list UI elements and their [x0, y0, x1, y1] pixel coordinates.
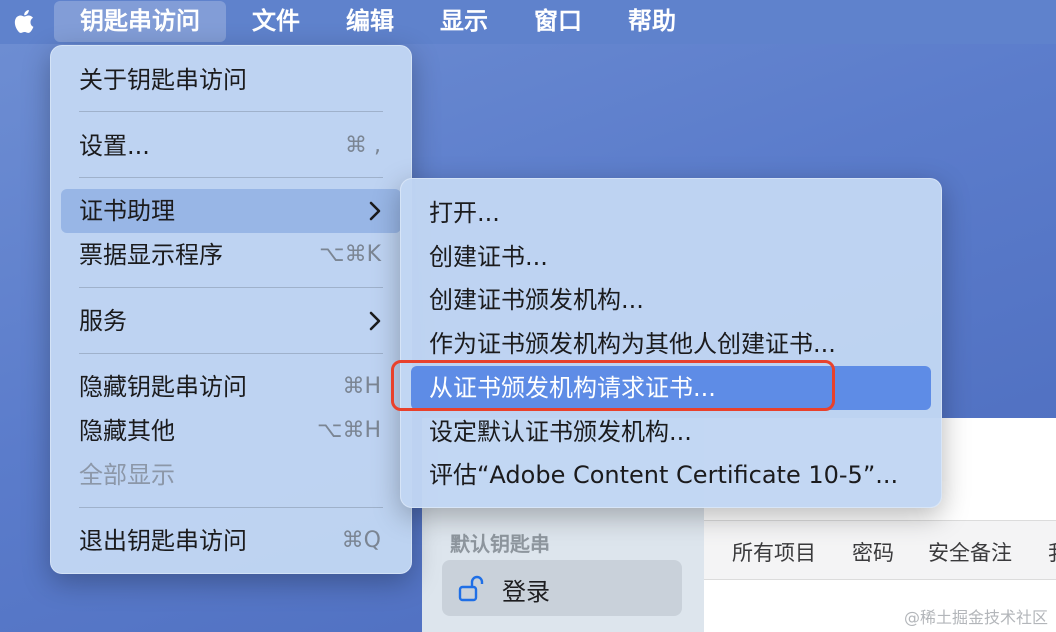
apple-logo-icon[interactable]: [10, 6, 40, 36]
menu-separator: [79, 177, 383, 178]
menu-item-certificate-assistant[interactable]: 证书助理: [61, 189, 401, 233]
menu-separator: [79, 507, 383, 508]
keychain-access-menu: 关于钥匙串访问 设置... ⌘ , 证书助理 票据显示程序 ⌥⌘K 服务 隐藏钥…: [50, 45, 412, 574]
menu-separator: [79, 287, 383, 288]
menu-item-hide-others[interactable]: 隐藏其他 ⌥⌘H: [61, 409, 401, 453]
menu-file[interactable]: 文件: [252, 0, 300, 44]
tab-passwords[interactable]: 密码: [852, 537, 894, 567]
chevron-right-icon: [369, 311, 381, 331]
menu-item-services[interactable]: 服务: [61, 299, 401, 343]
submenu-item-create-ca[interactable]: 创建证书颁发机构...: [411, 278, 931, 322]
menu-separator: [79, 353, 383, 354]
category-tabs: 所有项目 密码 安全备注 我: [704, 520, 1056, 580]
default-keychains-heading: 默认钥匙串: [450, 532, 550, 556]
menu-item-label: 创建证书...: [429, 243, 548, 271]
shortcut-label: ⌘Q: [341, 528, 381, 553]
menu-item-settings[interactable]: 设置... ⌘ ,: [61, 124, 401, 168]
menu-edit[interactable]: 编辑: [346, 0, 394, 44]
menu-item-hide[interactable]: 隐藏钥匙串访问 ⌘H: [61, 365, 401, 409]
menu-bar: 钥匙串访问 文件 编辑 显示 窗口 帮助: [0, 0, 1056, 44]
submenu-item-create-certificate[interactable]: 创建证书...: [411, 235, 931, 279]
menu-help[interactable]: 帮助: [628, 0, 676, 44]
menu-item-about[interactable]: 关于钥匙串访问: [61, 58, 401, 102]
submenu-item-open[interactable]: 打开...: [411, 191, 931, 235]
menu-keychain-access[interactable]: 钥匙串访问: [54, 1, 226, 42]
sidebar-item-label: 登录: [502, 578, 550, 606]
menu-item-quit[interactable]: 退出钥匙串访问 ⌘Q: [61, 519, 401, 563]
submenu-item-set-default-ca[interactable]: 设定默认证书颁发机构...: [411, 410, 931, 454]
menu-item-label: 关于钥匙串访问: [79, 66, 247, 94]
chevron-right-icon: [369, 201, 381, 221]
menu-item-label: 评估“Adobe Content Certificate 10-5”...: [429, 461, 899, 489]
shortcut-label: ⌘H: [342, 374, 381, 399]
menu-item-label: 证书助理: [79, 197, 175, 225]
tab-my-certificates[interactable]: 我: [1048, 537, 1056, 567]
shortcut-label: ⌥⌘K: [319, 242, 381, 267]
menu-item-label: 打开...: [429, 199, 500, 227]
menu-item-ticket-viewer[interactable]: 票据显示程序 ⌥⌘K: [61, 233, 401, 277]
menu-item-label: 票据显示程序: [79, 241, 223, 269]
submenu-item-evaluate-certificate[interactable]: 评估“Adobe Content Certificate 10-5”...: [411, 453, 931, 497]
menu-view[interactable]: 显示: [440, 0, 488, 44]
shortcut-label: ⌥⌘H: [317, 418, 381, 443]
tab-secure-notes[interactable]: 安全备注: [928, 537, 1012, 567]
menu-item-label: 隐藏钥匙串访问: [79, 373, 247, 401]
highlight-annotation-box: [391, 360, 835, 411]
menu-item-show-all: 全部显示: [61, 453, 401, 497]
unlock-icon: [458, 575, 484, 602]
menu-item-label: 隐藏其他: [79, 417, 175, 445]
menu-separator: [79, 111, 383, 112]
menu-item-label: 创建证书颁发机构...: [429, 286, 644, 314]
menu-item-label: 退出钥匙串访问: [79, 527, 247, 555]
sidebar-item-login[interactable]: 登录: [442, 560, 682, 616]
menu-window[interactable]: 窗口: [534, 0, 582, 44]
menu-item-label: 服务: [79, 307, 127, 335]
watermark: @稀土掘金技术社区: [903, 608, 1048, 627]
certificate-assistant-submenu: 打开... 创建证书... 创建证书颁发机构... 作为证书颁发机构为其他人创建…: [400, 178, 942, 508]
shortcut-label: ⌘ ,: [345, 133, 381, 158]
menu-item-label: 设定默认证书颁发机构...: [429, 418, 692, 446]
menu-item-label: 全部显示: [79, 461, 175, 489]
menu-item-label: 设置...: [79, 132, 150, 160]
tab-all-items[interactable]: 所有项目: [732, 537, 816, 567]
